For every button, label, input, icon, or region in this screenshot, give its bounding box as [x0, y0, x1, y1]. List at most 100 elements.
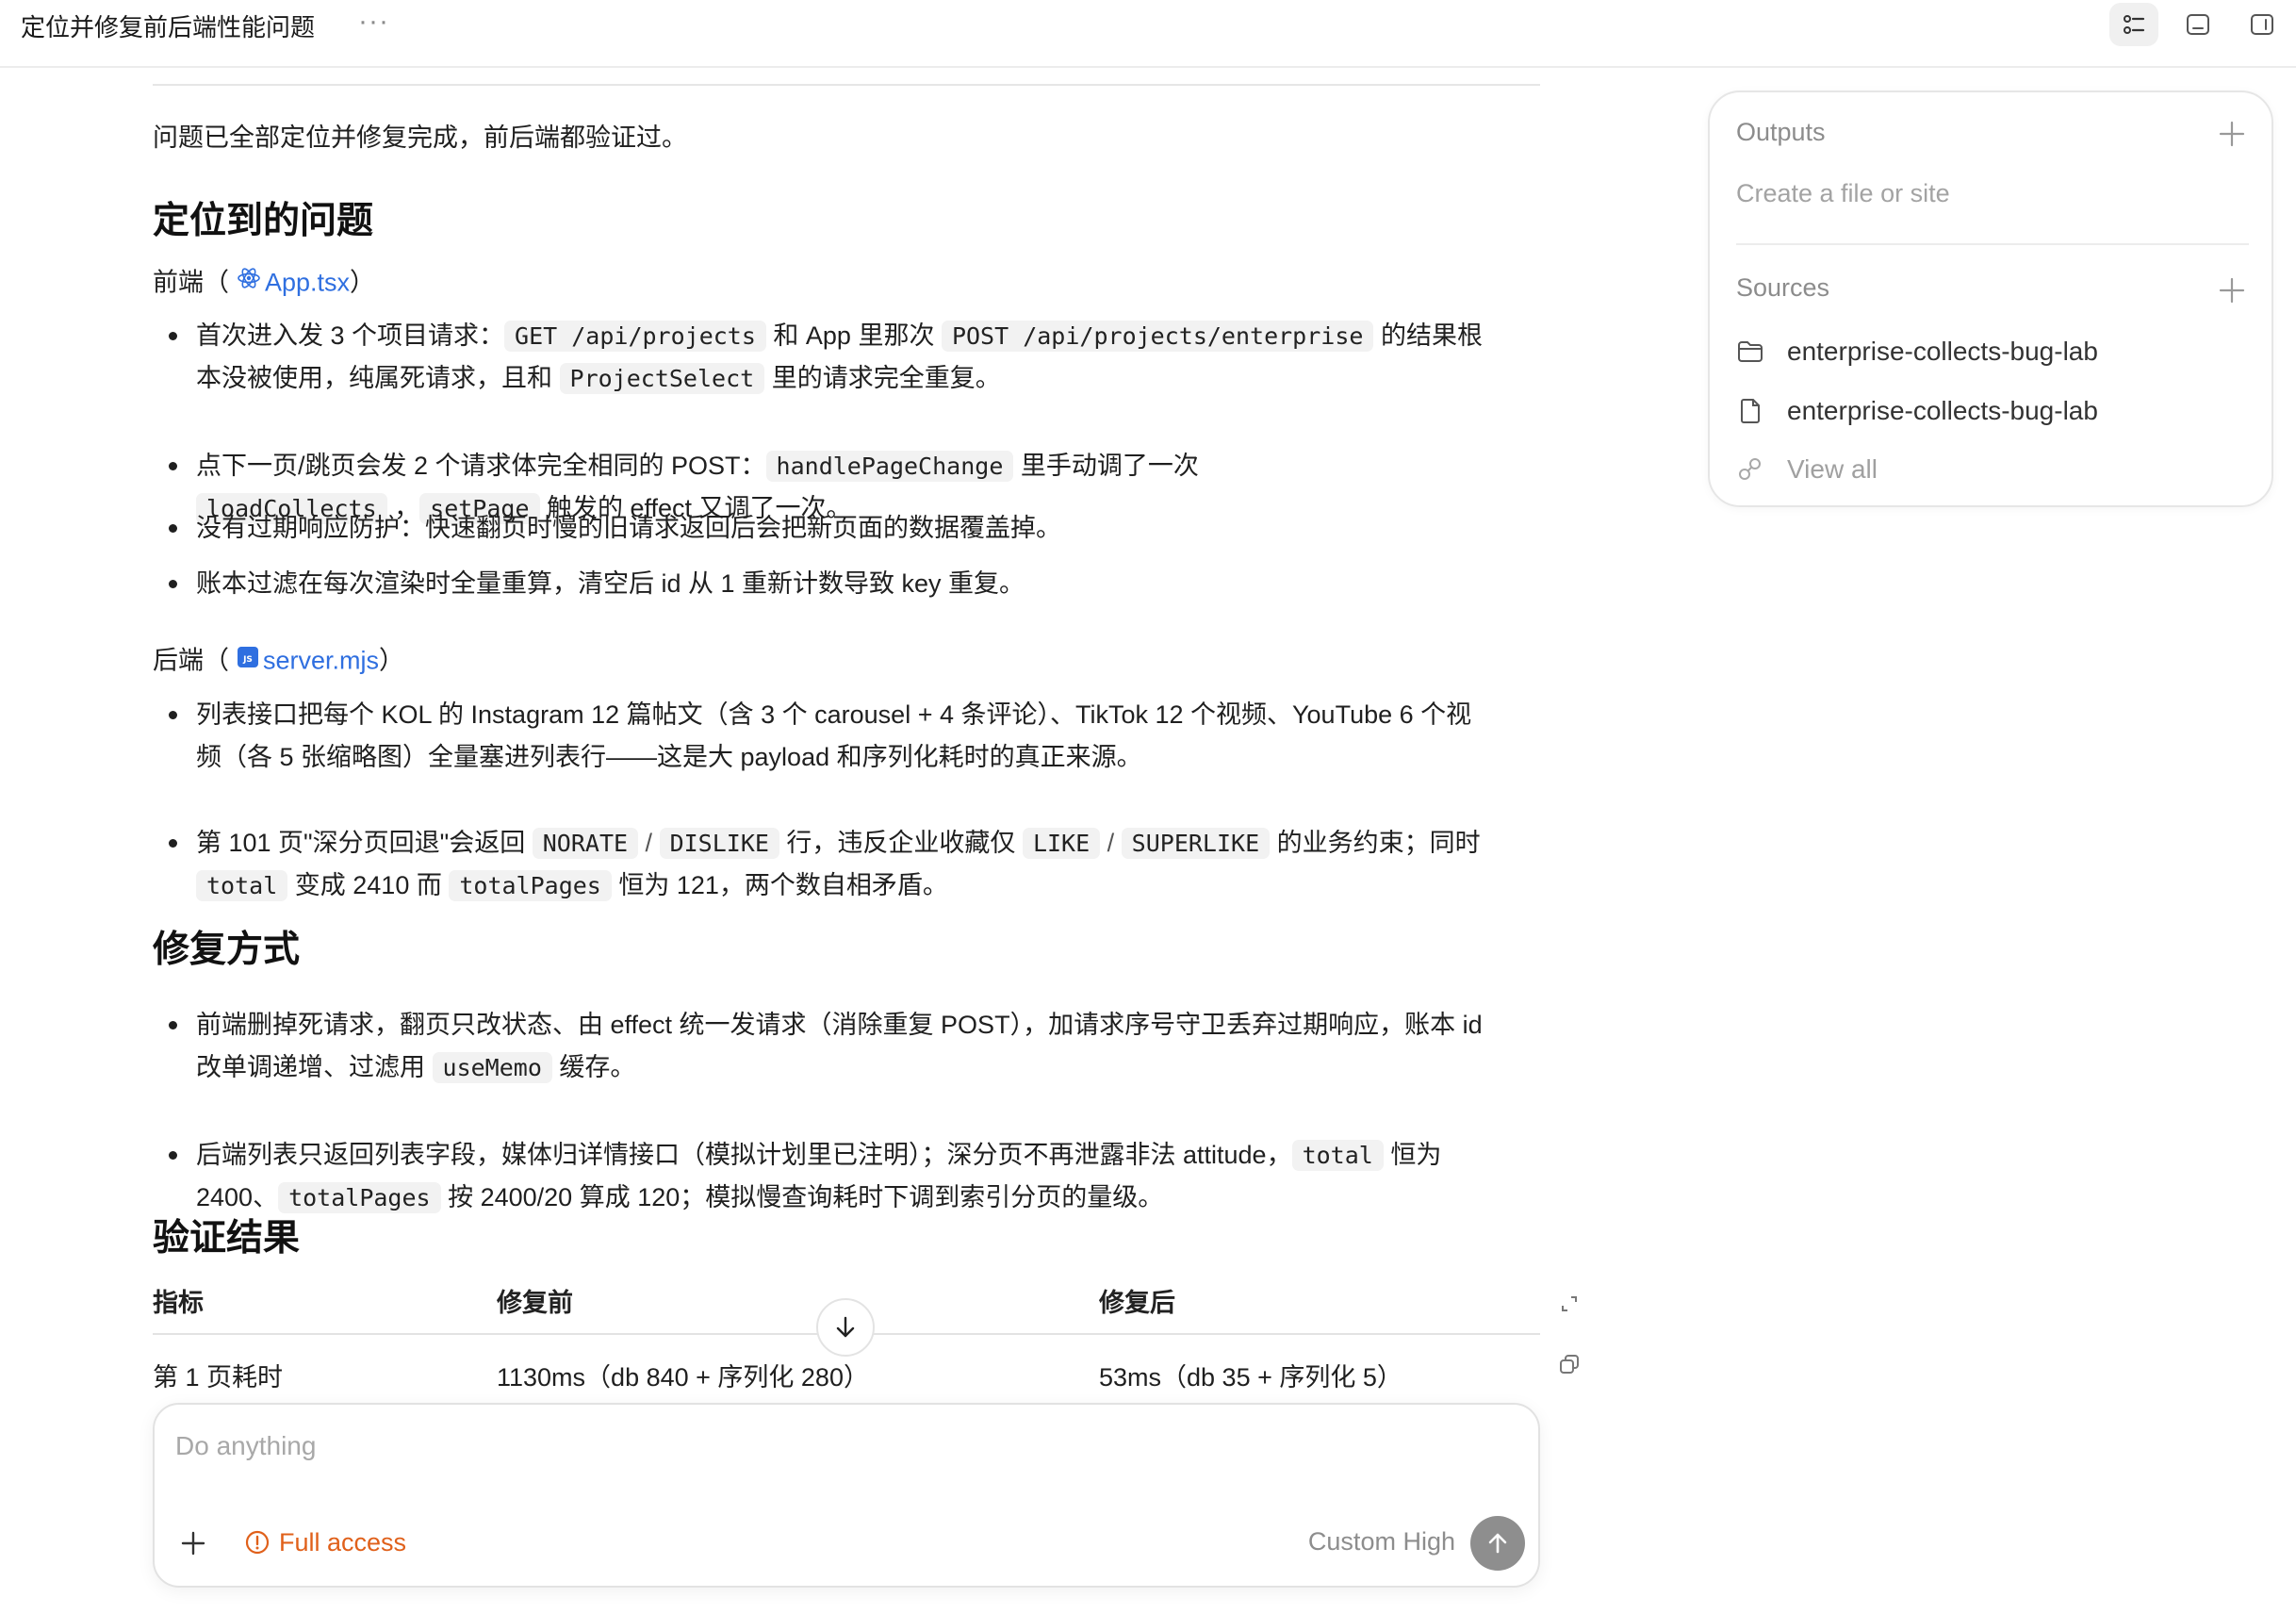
copy-table-button[interactable]	[1553, 1348, 1585, 1380]
bullet-dot	[169, 1151, 177, 1160]
source-item-file[interactable]: enterprise-collects-bug-lab	[1736, 392, 2098, 430]
folder-icon	[1738, 341, 1763, 362]
source-item-label: enterprise-collects-bug-lab	[1787, 337, 2098, 366]
list-item-text: 没有过期响应防护：快速翻页时慢的旧请求返回后会把新页面的数据覆盖掉。	[196, 507, 1540, 550]
inline-code: LIKE	[1022, 828, 1101, 859]
text-segment: 后端列表只返回列表字段，媒体归详情接口（模拟计划里已注明）；深分页不再泄露非法 …	[196, 1141, 1292, 1169]
bottom-panel-toggle-button[interactable]	[2173, 3, 2222, 46]
text-line: 频（各 5 张缩略图）全量塞进列表行——这是大 payload 和序列化耗时的真…	[196, 736, 1540, 779]
text-segment: 改单调递增、过滤用	[196, 1053, 433, 1081]
expand-table-button[interactable]	[1553, 1288, 1585, 1320]
access-mode-button[interactable]: Full access	[245, 1523, 406, 1561]
text-segment: 点下一页/跳页会发 2 个请求体完全相同的 POST：	[196, 452, 766, 480]
sources-title: Sources	[1736, 273, 1830, 302]
text-segment: 行，违反企业收藏仅	[779, 829, 1023, 857]
effort-label: High	[1402, 1527, 1455, 1556]
text-segment: 恒为	[1383, 1141, 1442, 1169]
inline-code: POST /api/projects/enterprise	[941, 321, 1374, 352]
text-line: 首次进入发 3 个项目请求： GET /api/projects 和 App 里那…	[196, 315, 1540, 357]
outline-toggle-button[interactable]	[2109, 3, 2158, 46]
text-segment: 第 101 页"深分页回退"会返回	[196, 829, 533, 857]
list-item-text: 列表接口把每个 KOL 的 Instagram 12 篇帖文（含 3 个 car…	[196, 694, 1540, 779]
side-panel-toggle-button[interactable]	[2238, 3, 2287, 46]
text-line: 没有过期响应防护：快速翻页时慢的旧请求返回后会把新页面的数据覆盖掉。	[196, 507, 1540, 550]
inline-code: SUPERLIKE	[1121, 828, 1271, 859]
table-cell-before: 1130ms（db 840 + 序列化 280）	[497, 1363, 869, 1392]
separator-text: /	[1100, 829, 1122, 857]
outputs-empty-hint[interactable]: Create a file or site	[1736, 179, 1950, 208]
copy-icon	[1560, 1355, 1579, 1374]
arrow-down-icon	[836, 1316, 855, 1338]
model-selector[interactable]: Custom High	[1308, 1527, 1455, 1556]
top-bar: 定位并修复前后端性能问题 ···	[0, 0, 2296, 68]
bullet-dot	[169, 524, 177, 533]
backend-label-text: 后端（	[153, 646, 229, 675]
svg-text:JS: JS	[242, 655, 253, 665]
source-item-label: enterprise-collects-bug-lab	[1787, 396, 2098, 425]
model-label: Custom	[1307, 1527, 1396, 1556]
text-segment: 的结果根	[1373, 321, 1483, 350]
source-item-folder[interactable]: enterprise-collects-bug-lab	[1736, 333, 2098, 371]
text-segment: 按 2400/20 算成 120；模拟慢查询耗时下调到索引分页的量级。	[440, 1183, 1164, 1211]
inline-code: DISLIKE	[659, 828, 779, 859]
view-all-label: View all	[1787, 454, 1878, 484]
text-segment: 里的请求完全重复。	[764, 364, 1001, 392]
inline-code: totalPages	[449, 870, 612, 901]
add-output-button[interactable]	[2217, 119, 2247, 149]
text-line: 点下一页/跳页会发 2 个请求体完全相同的 POST： handlePageCha…	[196, 445, 1540, 487]
link-icon	[1739, 458, 1761, 480]
text-segment: 恒为 121，两个数自相矛盾。	[611, 871, 948, 899]
section-heading-problems: 定位到的问题	[153, 201, 374, 241]
text-line: 本没被使用，纯属死请求，且和 ProjectSelect 里的请求完全重复。	[196, 357, 1540, 400]
side-panel-icon	[2251, 14, 2273, 35]
text-segment: 里手动调了一次	[1013, 452, 1199, 480]
frontend-label-close: ）	[350, 268, 376, 297]
text-segment: 列表接口把每个 KOL 的 Instagram 12 篇帖文（含 3 个 car…	[196, 700, 1472, 729]
text-segment: 首次进入发 3 个项目请求：	[196, 321, 505, 350]
bullet-dot	[169, 839, 177, 848]
view-all-sources-link[interactable]: View all	[1736, 451, 1878, 488]
javascript-file-icon: JS	[237, 639, 259, 682]
table-header-after: 修复后	[1099, 1289, 1175, 1317]
arrow-up-icon	[1488, 1533, 1507, 1554]
bullet-dot	[169, 580, 177, 588]
scroll-to-bottom-button[interactable]	[816, 1298, 875, 1357]
list-icon	[2124, 15, 2145, 34]
file-link-server-mjs[interactable]: server.mjs	[263, 647, 379, 675]
list-item-text: 后端列表只返回列表字段，媒体归详情接口（模拟计划里已注明）；深分页不再泄露非法 …	[196, 1134, 1540, 1219]
composer: Do anything Full access Custom High	[153, 1403, 1540, 1588]
inline-code: totalPages	[278, 1182, 441, 1213]
text-segment: 缓存。	[551, 1053, 636, 1081]
add-attachment-button[interactable]	[177, 1527, 209, 1559]
inline-code: NORATE	[532, 828, 639, 859]
text-segment: 变成 2410 而	[287, 871, 450, 899]
inline-code: useMemo	[432, 1052, 552, 1083]
file-link-app-tsx[interactable]: App.tsx	[265, 269, 350, 297]
outputs-title: Outputs	[1736, 118, 1826, 146]
text-segment: 账本过滤在每次渲染时全量重算，清空后 id 从 1 重新计数导致 key 重复。	[196, 569, 1025, 598]
text-segment: 前端删掉死请求，翻页只改状态、由 effect 统一发请求（消除重复 POST）…	[196, 1011, 1483, 1039]
inline-code: total	[196, 870, 288, 901]
access-mode-label: Full access	[279, 1527, 407, 1556]
bullet-dot	[169, 332, 177, 340]
text-line: 账本过滤在每次渲染时全量重算，清空后 id 从 1 重新计数导致 key 重复。	[196, 563, 1540, 605]
inline-code: ProjectSelect	[559, 363, 765, 394]
text-line: 改单调递增、过滤用 useMemo 缓存。	[196, 1046, 1540, 1089]
message-content: 问题已全部定位并修复完成，前后端都验证过。 定位到的问题 前端（ App.tsx）…	[153, 68, 1579, 1614]
plus-icon	[2219, 277, 2245, 304]
text-segment: 没有过期响应防护：快速翻页时慢的旧请求返回后会把新页面的数据覆盖掉。	[196, 514, 1061, 542]
expand-icon	[1562, 1296, 1577, 1311]
bottom-panel-icon	[2187, 14, 2209, 35]
file-icon	[1741, 399, 1760, 423]
list-item-text: 第 101 页"深分页回退"会返回 NORATE / DISLIKE 行，违反企…	[196, 822, 1540, 907]
composer-input[interactable]: Do anything	[175, 1431, 316, 1461]
send-button[interactable]	[1470, 1516, 1525, 1571]
react-icon	[237, 261, 261, 304]
inline-code: handlePageChange	[765, 451, 1014, 482]
more-options-button[interactable]: ···	[358, 6, 389, 38]
text-segment: 本没被使用，纯属死请求，且和	[196, 364, 560, 392]
list-item-text: 账本过滤在每次渲染时全量重算，清空后 id 从 1 重新计数导致 key 重复。	[196, 563, 1540, 605]
panel-divider	[1736, 243, 2249, 245]
add-source-button[interactable]	[2217, 275, 2247, 305]
backend-label-close: ）	[379, 646, 405, 675]
